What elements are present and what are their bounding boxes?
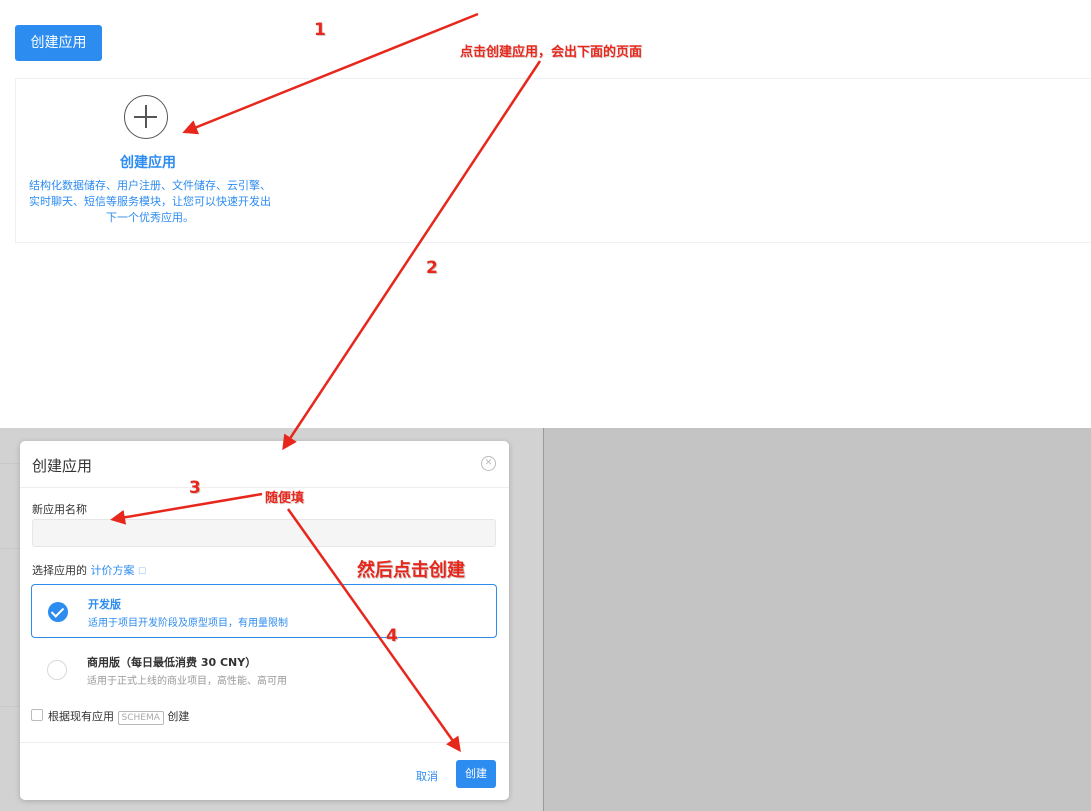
arrow-1	[182, 12, 479, 135]
step-1-label: 1	[314, 20, 326, 40]
step-4-label: 4	[386, 626, 398, 646]
annotation-note-3: 随便填	[265, 491, 305, 506]
annotation-note-create: 然后点击创建	[357, 560, 465, 581]
arrow-4	[286, 508, 461, 753]
step-3-label: 3	[189, 478, 201, 498]
step-2-label: 2	[426, 258, 438, 278]
annotation-note-1: 点击创建应用，会出下面的页面	[460, 45, 643, 60]
arrow-2	[282, 60, 542, 451]
annotation-arrows	[110, 12, 542, 753]
